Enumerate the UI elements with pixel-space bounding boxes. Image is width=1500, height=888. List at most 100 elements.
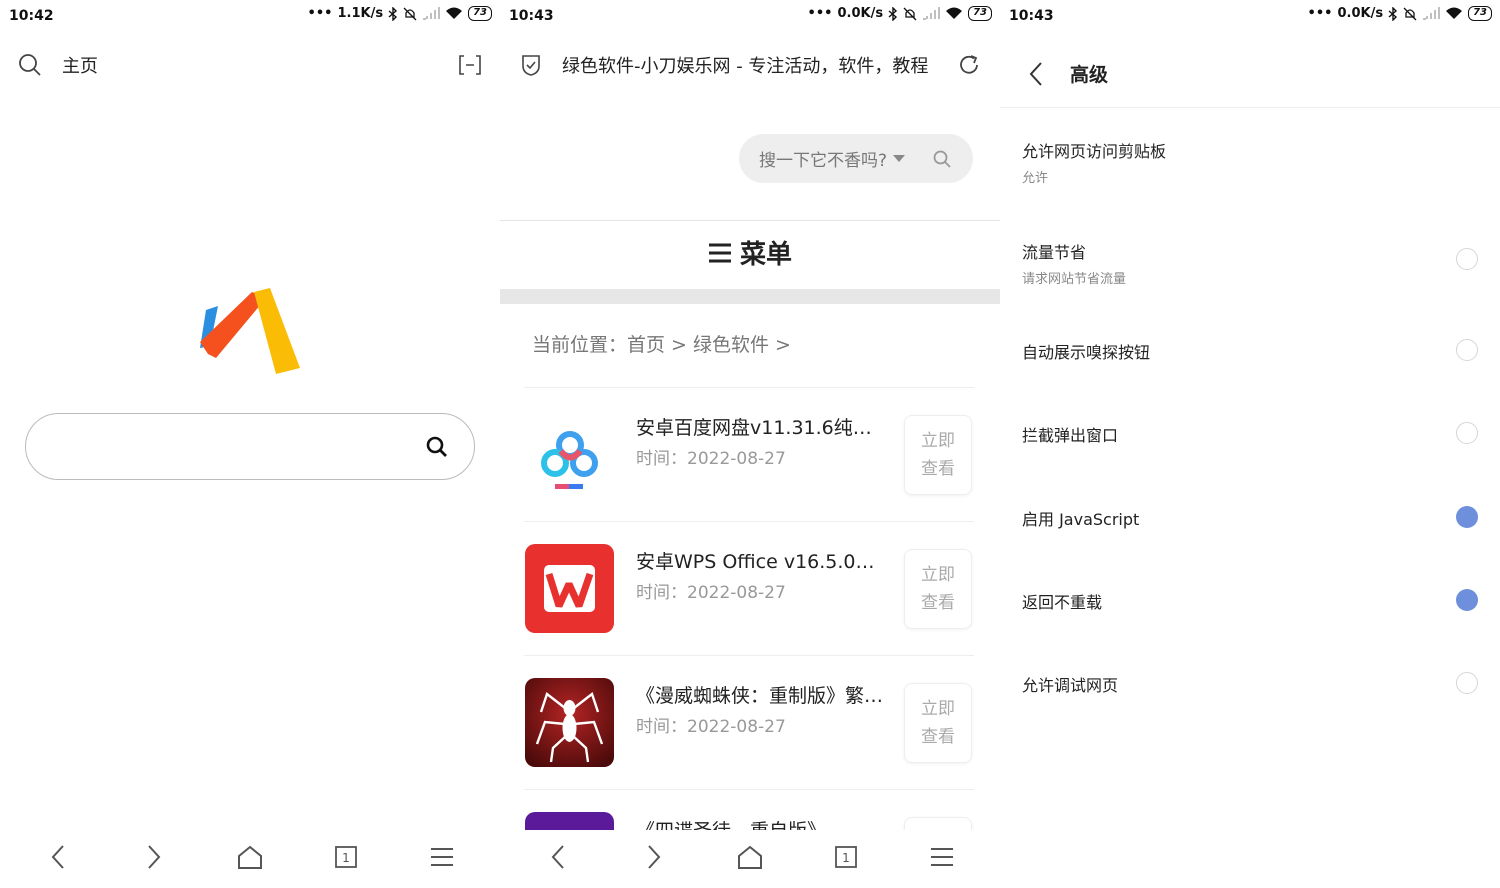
battery-indicator: 73: [968, 6, 992, 21]
article-list: 安卓百度网盘v11.31.6纯净… 时间：2022-08-27 立即 查看 安卓W…: [524, 388, 974, 830]
item-title[interactable]: 《漫威蜘蛛侠：重制版》繁…: [636, 681, 888, 708]
baidu-netdisk-icon: [525, 410, 614, 499]
home-header: 主页: [18, 50, 482, 80]
no-reload-toggle[interactable]: [1456, 589, 1478, 611]
site-search-input[interactable]: 搜一下它不香吗?: [739, 134, 973, 183]
setting-block-popups[interactable]: 拦截弹出窗口: [1022, 422, 1478, 446]
list-item[interactable]: 安卓WPS Office v16.5.0高… 时间：2022-08-27 立即查…: [524, 522, 974, 656]
svg-text:1: 1: [342, 851, 350, 865]
signal-icon: [923, 7, 940, 20]
setting-javascript[interactable]: 启用 JavaScript: [1022, 506, 1478, 530]
view-now-button[interactable]: 立即 查看: [904, 683, 972, 763]
item-date: 时间：2022-08-27: [636, 717, 786, 737]
via-logo: [200, 288, 300, 374]
javascript-toggle[interactable]: [1456, 506, 1478, 528]
breadcrumb: 当前位置：首页 > 绿色软件 >: [532, 334, 791, 356]
mute-bell-icon: [1403, 7, 1417, 20]
menu-icon: [931, 848, 953, 866]
menu-icon: [431, 848, 453, 866]
chevron-right-icon: [648, 845, 661, 869]
view-now-button[interactable]: 立即 查看: [904, 549, 972, 629]
network-speed: 1.1K/s: [337, 6, 384, 21]
forward-button[interactable]: [134, 837, 174, 877]
battery-indicator: 73: [468, 6, 492, 21]
item-date: 时间：2022-08-27: [636, 449, 786, 469]
caret-down-icon[interactable]: [893, 155, 906, 162]
data-saver-toggle[interactable]: [1456, 248, 1478, 270]
battery-indicator: 73: [1468, 6, 1492, 21]
status-bar: 10:43 ••• 0.0K/s 73: [500, 0, 1000, 34]
chevron-left-icon: [51, 845, 64, 869]
sniff-button-toggle[interactable]: [1456, 339, 1478, 361]
network-speed: 0.0K/s: [1337, 6, 1384, 21]
setting-debug[interactable]: 允许调试网页: [1022, 672, 1478, 696]
bluetooth-icon: [1388, 6, 1398, 21]
status-bar: 10:43 ••• 0.0K/s 73: [1000, 0, 1500, 34]
menu-button[interactable]: [422, 837, 462, 877]
tabs-button[interactable]: 1: [826, 837, 866, 877]
wifi-icon: [1446, 7, 1463, 19]
scan-icon[interactable]: [458, 53, 482, 77]
address-bar[interactable]: 绿色软件-小刀娱乐网 - 专注活动，软件，教程: [520, 48, 980, 82]
search-icon[interactable]: [933, 150, 951, 168]
tabs-icon: 1: [835, 846, 857, 868]
chevron-right-icon: [148, 845, 161, 869]
menu-button[interactable]: [922, 837, 962, 877]
status-bar: 10:42 ••• 1.1K/s 73: [0, 0, 500, 34]
bluetooth-icon: [888, 6, 898, 21]
page-title: 主页: [62, 56, 98, 77]
svg-text:1: 1: [842, 851, 850, 865]
setting-data-saver[interactable]: 流量节省 请求网站节省流量: [1022, 239, 1478, 287]
bluetooth-icon: [388, 6, 398, 21]
view-now-button[interactable]: 立即 查看: [904, 415, 972, 495]
tabs-icon: 1: [335, 846, 357, 868]
block-popups-toggle[interactable]: [1456, 422, 1478, 444]
menu-label: 菜单: [739, 240, 792, 270]
tabs-button[interactable]: 1: [326, 837, 366, 877]
back-button[interactable]: [38, 837, 78, 877]
list-item[interactable]: 安卓百度网盘v11.31.6纯净… 时间：2022-08-27 立即 查看: [524, 388, 974, 522]
forward-button[interactable]: [634, 837, 674, 877]
section-divider: [500, 289, 1000, 304]
debug-toggle[interactable]: [1456, 672, 1478, 694]
hamburger-icon: [708, 243, 731, 262]
list-item[interactable]: 《四谍圣徒 重自版》: [524, 790, 974, 830]
wifi-icon: [946, 7, 963, 19]
back-arrow-icon[interactable]: [1028, 61, 1044, 87]
wps-office-icon: [525, 544, 614, 633]
home-button[interactable]: [730, 837, 770, 877]
home-button[interactable]: [230, 837, 270, 877]
setting-no-reload[interactable]: 返回不重载: [1022, 589, 1478, 613]
mute-bell-icon: [903, 7, 917, 20]
back-button[interactable]: [538, 837, 578, 877]
menu-toggle[interactable]: 菜单: [500, 234, 1000, 271]
page-url-title[interactable]: 绿色软件-小刀娱乐网 - 专注活动，软件，教程: [562, 52, 934, 78]
signal-icon: [423, 7, 440, 20]
status-time: 10:43: [1009, 8, 1054, 24]
list-item[interactable]: 《漫威蜘蛛侠：重制版》繁… 时间：2022-08-27 立即 查看: [524, 656, 974, 790]
home-icon: [238, 845, 262, 869]
search-icon[interactable]: [18, 53, 42, 77]
status-time: 10:42: [9, 8, 54, 24]
advanced-settings-panel: 10:43 ••• 0.0K/s 73 高级 允许网页访问剪贴板 允许 流量节省 …: [1000, 0, 1500, 888]
search-icon[interactable]: [426, 436, 448, 458]
reload-icon[interactable]: [958, 54, 980, 76]
website-panel: 10:43 ••• 0.0K/s 73 绿色软件-小刀娱乐网 - 专注活动，软件，…: [500, 0, 1000, 888]
shield-icon[interactable]: [520, 53, 542, 77]
item-title[interactable]: 安卓百度网盘v11.31.6纯净…: [636, 413, 888, 440]
status-time: 10:43: [509, 8, 554, 24]
mute-bell-icon: [403, 7, 417, 20]
chevron-left-icon: [551, 845, 564, 869]
signal-icon: [1423, 7, 1440, 20]
settings-header: 高级: [1000, 40, 1500, 108]
search-placeholder: 搜一下它不香吗?: [759, 151, 888, 171]
item-title[interactable]: 安卓WPS Office v16.5.0高…: [636, 547, 888, 574]
home-search-input[interactable]: [25, 413, 475, 480]
setting-clipboard[interactable]: 允许网页访问剪贴板 允许: [1022, 138, 1478, 186]
setting-sniff-button[interactable]: 自动展示嗅探按钮: [1022, 339, 1478, 363]
bottom-nav: 1: [500, 826, 1000, 888]
bottom-nav: 1: [0, 826, 500, 888]
home-icon: [738, 845, 762, 869]
spider-man-icon: [525, 678, 614, 767]
wifi-icon: [446, 7, 463, 19]
